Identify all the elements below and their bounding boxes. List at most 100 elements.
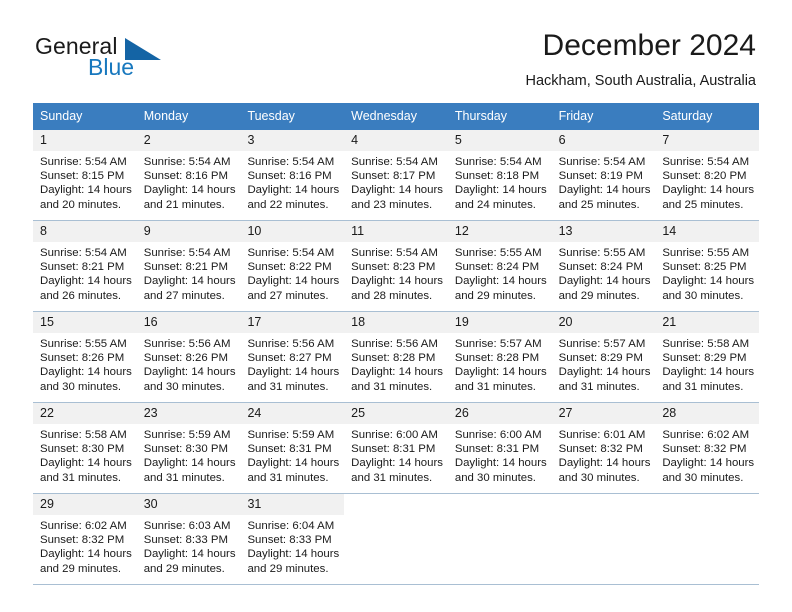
sunrise-text: Sunrise: 5:56 AM [247, 338, 335, 350]
daylight-text-line2: and 31 minutes. [662, 380, 744, 393]
daylight-text-line2: and 20 minutes. [40, 198, 122, 211]
day-cell[interactable]: 12 Sunrise: 5:55 AM Sunset: 8:24 PM Dayl… [447, 221, 552, 311]
day-details: Sunrise: 5:56 AM Sunset: 8:27 PM Dayligh… [240, 333, 344, 400]
day-details: Sunrise: 5:55 AM Sunset: 8:25 PM Dayligh… [655, 242, 759, 309]
day-number: 3 [240, 130, 345, 151]
day-number: 24 [240, 403, 345, 424]
sunrise-text: Sunrise: 6:02 AM [662, 429, 750, 441]
day-details: Sunrise: 5:54 AM Sunset: 8:16 PM Dayligh… [137, 151, 241, 218]
page-title: December 2024 [542, 29, 756, 62]
day-cell[interactable]: 24 Sunrise: 5:59 AM Sunset: 8:31 PM Dayl… [240, 403, 345, 493]
day-cell[interactable]: 2 Sunrise: 5:54 AM Sunset: 8:16 PM Dayli… [136, 130, 241, 220]
day-cell[interactable]: 6 Sunrise: 5:54 AM Sunset: 8:19 PM Dayli… [551, 130, 656, 220]
daylight-text-line2: and 30 minutes. [662, 471, 744, 484]
day-cell[interactable]: 13 Sunrise: 5:55 AM Sunset: 8:24 PM Dayl… [551, 221, 656, 311]
daylight-text-line2: and 27 minutes. [247, 289, 329, 302]
day-cell[interactable]: 21 Sunrise: 5:58 AM Sunset: 8:29 PM Dayl… [655, 312, 760, 402]
day-cell[interactable]: 4 Sunrise: 5:54 AM Sunset: 8:17 PM Dayli… [344, 130, 448, 220]
sunset-text: Sunset: 8:24 PM [558, 261, 643, 274]
day-number: 7 [655, 130, 760, 151]
daylight-text-line2: and 31 minutes. [247, 380, 329, 393]
daylight-text-line1: Daylight: 14 hours [662, 275, 755, 288]
daylight-text-line2: and 23 minutes. [351, 198, 433, 211]
sunrise-text: Sunrise: 6:03 AM [143, 520, 231, 532]
daylight-text-line1: Daylight: 14 hours [247, 548, 340, 561]
day-cell[interactable]: 22 Sunrise: 5:58 AM Sunset: 8:30 PM Dayl… [33, 403, 137, 493]
day-cell[interactable]: 29 Sunrise: 6:02 AM Sunset: 8:32 PM Dayl… [33, 494, 137, 584]
day-number: 25 [344, 403, 448, 424]
daylight-text-line1: Daylight: 14 hours [662, 366, 755, 379]
day-cell[interactable]: 17 Sunrise: 5:56 AM Sunset: 8:27 PM Dayl… [240, 312, 345, 402]
sunset-text: Sunset: 8:31 PM [247, 443, 332, 456]
day-details: Sunrise: 5:59 AM Sunset: 8:31 PM Dayligh… [240, 424, 344, 491]
day-cell[interactable]: 19 Sunrise: 5:57 AM Sunset: 8:28 PM Dayl… [447, 312, 552, 402]
daylight-text-line2: and 30 minutes. [558, 471, 640, 484]
day-number: 1 [33, 130, 137, 151]
sunrise-text: Sunrise: 5:54 AM [247, 247, 335, 259]
daylight-text-line2: and 30 minutes. [454, 471, 536, 484]
sunrise-text: Sunrise: 6:02 AM [40, 520, 127, 532]
daylight-text-line1: Daylight: 14 hours [40, 457, 132, 470]
sunset-text: Sunset: 8:33 PM [247, 534, 332, 547]
day-cell[interactable]: 3 Sunrise: 5:54 AM Sunset: 8:16 PM Dayli… [240, 130, 345, 220]
day-number: 4 [344, 130, 448, 151]
sunrise-text: Sunrise: 5:55 AM [558, 247, 646, 259]
day-cell[interactable]: 18 Sunrise: 5:56 AM Sunset: 8:28 PM Dayl… [344, 312, 448, 402]
sunrise-text: Sunrise: 6:01 AM [558, 429, 646, 441]
day-number: 14 [655, 221, 760, 242]
sunrise-text: Sunrise: 5:54 AM [558, 156, 646, 168]
day-cell[interactable]: 5 Sunrise: 5:54 AM Sunset: 8:18 PM Dayli… [447, 130, 552, 220]
weekday-saturday: Saturday [662, 109, 713, 123]
day-cell[interactable]: 14 Sunrise: 5:55 AM Sunset: 8:25 PM Dayl… [655, 221, 760, 311]
day-cell[interactable]: 20 Sunrise: 5:57 AM Sunset: 8:29 PM Dayl… [551, 312, 656, 402]
daylight-text-line1: Daylight: 14 hours [454, 275, 547, 288]
daylight-text-line1: Daylight: 14 hours [247, 457, 340, 470]
sunrise-text: Sunrise: 5:54 AM [143, 247, 231, 259]
daylight-text-line2: and 31 minutes. [247, 471, 329, 484]
day-cell[interactable]: 23 Sunrise: 5:59 AM Sunset: 8:30 PM Dayl… [136, 403, 241, 493]
day-cell[interactable]: 25 Sunrise: 6:00 AM Sunset: 8:31 PM Dayl… [344, 403, 448, 493]
day-cell[interactable]: 28 Sunrise: 6:02 AM Sunset: 8:32 PM Dayl… [655, 403, 760, 493]
day-cell[interactable]: 9 Sunrise: 5:54 AM Sunset: 8:21 PM Dayli… [136, 221, 241, 311]
day-cell[interactable]: 15 Sunrise: 5:55 AM Sunset: 8:26 PM Dayl… [33, 312, 137, 402]
day-number: 30 [136, 494, 241, 515]
daylight-text-line2: and 31 minutes. [351, 471, 433, 484]
day-number: 12 [447, 221, 552, 242]
sunset-text: Sunset: 8:32 PM [40, 534, 125, 547]
daylight-text-line1: Daylight: 14 hours [143, 548, 236, 561]
day-number: 10 [240, 221, 345, 242]
daylight-text-line1: Daylight: 14 hours [558, 457, 651, 470]
day-details: Sunrise: 5:56 AM Sunset: 8:26 PM Dayligh… [137, 333, 241, 400]
sunrise-text: Sunrise: 5:57 AM [558, 338, 646, 350]
week-row: 22 Sunrise: 5:58 AM Sunset: 8:30 PM Dayl… [33, 403, 760, 494]
sunset-text: Sunset: 8:17 PM [351, 170, 436, 183]
day-cell[interactable]: 16 Sunrise: 5:56 AM Sunset: 8:26 PM Dayl… [136, 312, 241, 402]
daylight-text-line1: Daylight: 14 hours [351, 457, 443, 470]
day-cell[interactable]: 7 Sunrise: 5:54 AM Sunset: 8:20 PM Dayli… [655, 130, 760, 220]
day-cell[interactable]: 8 Sunrise: 5:54 AM Sunset: 8:21 PM Dayli… [33, 221, 137, 311]
sunrise-text: Sunrise: 5:55 AM [40, 338, 127, 350]
daylight-text-line2: and 29 minutes. [40, 562, 122, 575]
sunrise-text: Sunrise: 5:54 AM [40, 247, 127, 259]
daylight-text-line1: Daylight: 14 hours [40, 184, 132, 197]
sunset-text: Sunset: 8:20 PM [662, 170, 747, 183]
day-cell[interactable]: 31 Sunrise: 6:04 AM Sunset: 8:33 PM Dayl… [240, 494, 345, 584]
sunset-text: Sunset: 8:21 PM [40, 261, 125, 274]
sunset-text: Sunset: 8:31 PM [454, 443, 540, 456]
day-cell[interactable]: 30 Sunrise: 6:03 AM Sunset: 8:33 PM Dayl… [136, 494, 241, 584]
sunset-text: Sunset: 8:18 PM [454, 170, 540, 183]
sunset-text: Sunset: 8:24 PM [454, 261, 540, 274]
day-cell[interactable]: 26 Sunrise: 6:00 AM Sunset: 8:31 PM Dayl… [447, 403, 552, 493]
sunset-text: Sunset: 8:19 PM [558, 170, 643, 183]
day-number: 20 [551, 312, 656, 333]
week-row: 1 Sunrise: 5:54 AM Sunset: 8:15 PM Dayli… [33, 130, 760, 221]
sunset-text: Sunset: 8:32 PM [558, 443, 643, 456]
day-number: 2 [136, 130, 241, 151]
general-blue-logo[interactable]: General Blue [35, 33, 265, 85]
sunrise-text: Sunrise: 6:04 AM [247, 520, 335, 532]
day-cell[interactable]: 10 Sunrise: 5:54 AM Sunset: 8:22 PM Dayl… [240, 221, 345, 311]
day-cell[interactable]: 27 Sunrise: 6:01 AM Sunset: 8:32 PM Dayl… [551, 403, 656, 493]
day-cell[interactable]: 11 Sunrise: 5:54 AM Sunset: 8:23 PM Dayl… [344, 221, 448, 311]
sunset-text: Sunset: 8:23 PM [351, 261, 436, 274]
day-cell[interactable]: 1 Sunrise: 5:54 AM Sunset: 8:15 PM Dayli… [33, 130, 137, 220]
